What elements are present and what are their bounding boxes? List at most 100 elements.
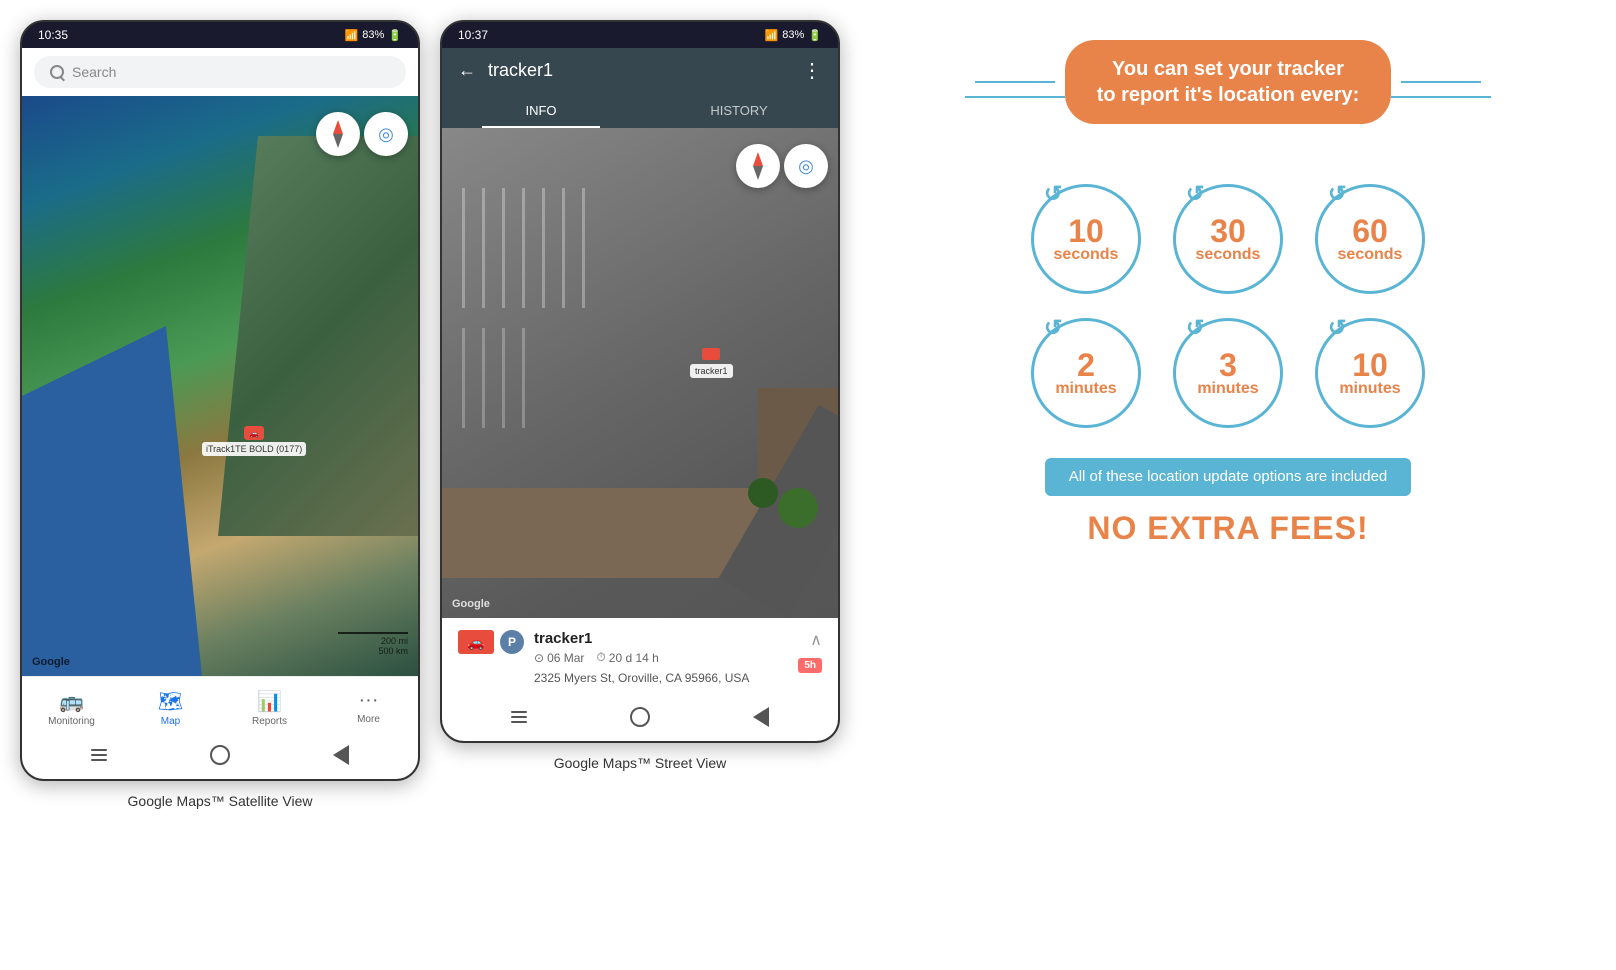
compass-icon xyxy=(333,120,343,148)
interval-30sec: ↺ 30 seconds xyxy=(1173,184,1283,294)
interval-circle-2min: ↺ 2 minutes xyxy=(1031,318,1141,428)
tracker-meta: ⊙ 06 Mar ⏱ 20 d 14 h xyxy=(534,650,798,665)
menu2-line xyxy=(511,711,527,713)
promo-wrapper: You can set your tracker to report it's … xyxy=(890,40,1566,154)
tracker-info-panel: 🚗 P tracker1 ⊙ 06 Mar ⏱ xyxy=(442,618,838,697)
phone2-battery: 83% xyxy=(782,29,804,41)
phone2-home-button[interactable] xyxy=(628,705,652,729)
collapse-icon[interactable]: ∧ xyxy=(810,630,822,650)
promo-title: You can set your tracker to report it's … xyxy=(1097,56,1360,108)
tab-info[interactable]: INFO xyxy=(442,93,640,128)
map-icon: 🗺 xyxy=(158,689,183,714)
menu-line xyxy=(91,754,107,756)
interval-unit-10sec: seconds xyxy=(1054,247,1119,263)
interval-arrow-10sec: ↺ xyxy=(1044,181,1062,207)
nav-more[interactable]: ··· More xyxy=(319,685,418,731)
menu2-line xyxy=(511,721,527,723)
included-box: All of these location update options are… xyxy=(1045,458,1412,496)
phone2-location-button[interactable]: ◎ xyxy=(784,144,828,188)
parking-line xyxy=(542,188,545,308)
google-watermark: Google xyxy=(32,656,70,668)
parking-line xyxy=(482,328,485,428)
no-fees-text: NO EXTRA FEES! xyxy=(1087,510,1368,547)
phone1-compass[interactable] xyxy=(316,112,360,156)
home2-circle-icon xyxy=(630,707,650,727)
menu2-line xyxy=(511,716,527,718)
tracker-icon-group: 🚗 P xyxy=(458,630,524,654)
phone1-signal: 📶 xyxy=(345,29,359,42)
interval-3min: ↺ 3 minutes xyxy=(1173,318,1283,428)
parking-line xyxy=(562,188,565,308)
compass-north xyxy=(333,120,343,134)
tracker-uptime: 20 d 14 h xyxy=(609,651,659,665)
back-button[interactable] xyxy=(87,743,111,767)
nav-more-label: More xyxy=(357,714,380,725)
tracker-title: tracker1 xyxy=(488,60,790,81)
interval-60sec: ↺ 60 seconds xyxy=(1315,184,1425,294)
compass2-north xyxy=(753,152,763,166)
tracker-car2 xyxy=(702,348,720,360)
timer-icon: ⏱ xyxy=(596,650,605,665)
promo-line-left xyxy=(965,96,1065,98)
interval-circle-60sec: ↺ 60 seconds xyxy=(1315,184,1425,294)
interval-arrow-60sec: ↺ xyxy=(1328,181,1346,207)
meta-uptime: ⏱ 20 d 14 h xyxy=(596,650,658,665)
tab-history-label: HISTORY xyxy=(710,103,767,118)
search-placeholder: Search xyxy=(72,64,116,80)
phone2-recents-button[interactable] xyxy=(749,705,773,729)
phone2-caption: Google Maps™ Street View xyxy=(546,743,735,783)
phone2-home-bar xyxy=(442,697,838,741)
menu-line xyxy=(91,749,107,751)
interval-number-10sec: 10 xyxy=(1068,215,1104,247)
scale-text1: 200 mi xyxy=(338,636,408,646)
search-input-area[interactable]: Search xyxy=(34,56,406,88)
compass2-icon xyxy=(753,152,763,180)
promo-line-right xyxy=(1391,96,1491,98)
promo-title-box: You can set your tracker to report it's … xyxy=(1065,40,1392,124)
phone2-compass[interactable] xyxy=(736,144,780,188)
phone1-location-button[interactable]: ◎ xyxy=(364,112,408,156)
compass2-south xyxy=(753,166,763,180)
building xyxy=(442,488,762,578)
nav-reports[interactable]: 📊 Reports xyxy=(220,685,319,731)
interval-unit-30sec: seconds xyxy=(1196,247,1261,263)
interval-number-60sec: 60 xyxy=(1352,215,1388,247)
phone1-battery: 83% xyxy=(362,29,384,41)
tracker-address: 2325 Myers St, Oroville, CA 95966, USA xyxy=(534,671,798,685)
interval-circle-3min: ↺ 3 minutes xyxy=(1173,318,1283,428)
phone1-status-bar: 10:35 📶 83% 🔋 xyxy=(22,22,418,48)
intervals-grid: ↺ 10 seconds ↺ 30 seconds ↺ 60 seconds ↺… xyxy=(1031,184,1425,428)
nav-monitoring[interactable]: 🚌 Monitoring xyxy=(22,685,121,731)
tracker-marker[interactable]: 🚗 iTrack1TE BOLD (0177) xyxy=(202,426,306,456)
nav-map[interactable]: 🗺 Map xyxy=(121,685,220,731)
phone2-frame: 10:37 📶 83% 🔋 ← tracker1 ⋮ INFO HIS xyxy=(440,20,840,743)
location2-icon: ◎ xyxy=(798,156,814,177)
phone1-map[interactable]: ◎ 🚗 iTrack1TE BOLD (0177) Google 200 mi … xyxy=(22,96,418,676)
recents-button[interactable] xyxy=(329,743,353,767)
monitoring-icon: 🚌 xyxy=(59,689,84,714)
phone2-tabs: INFO HISTORY xyxy=(442,93,838,128)
tracker-label: iTrack1TE BOLD (0177) xyxy=(202,442,306,456)
parking-line xyxy=(502,188,505,308)
interval-arrow-30sec: ↺ xyxy=(1186,181,1204,207)
parking-line xyxy=(482,188,485,308)
phone1-home-bar xyxy=(22,735,418,779)
clock-icon: ⊙ xyxy=(534,651,544,665)
info-right: ∧ 5h xyxy=(798,630,822,673)
tracker-info-header: 🚗 P tracker1 ⊙ 06 Mar ⏱ xyxy=(458,630,822,685)
nav-monitoring-label: Monitoring xyxy=(48,716,95,727)
interval-arrow-2min: ↺ xyxy=(1044,315,1062,341)
interval-unit-60sec: seconds xyxy=(1338,247,1403,263)
more-dots-icon[interactable]: ⋮ xyxy=(802,58,822,83)
parking-line xyxy=(522,188,525,308)
tab-info-label: INFO xyxy=(525,103,556,118)
search-icon xyxy=(50,65,64,79)
phone2-back-button[interactable] xyxy=(507,705,531,729)
interval-10sec: ↺ 10 seconds xyxy=(1031,184,1141,294)
tab-history[interactable]: HISTORY xyxy=(640,93,838,128)
interval-number-30sec: 30 xyxy=(1210,215,1246,247)
home-button[interactable] xyxy=(208,743,232,767)
phone2-map[interactable]: tracker1 ◎ Google xyxy=(442,128,838,618)
satellite-map-bg xyxy=(22,96,418,676)
back-arrow-icon[interactable]: ← xyxy=(458,60,476,81)
